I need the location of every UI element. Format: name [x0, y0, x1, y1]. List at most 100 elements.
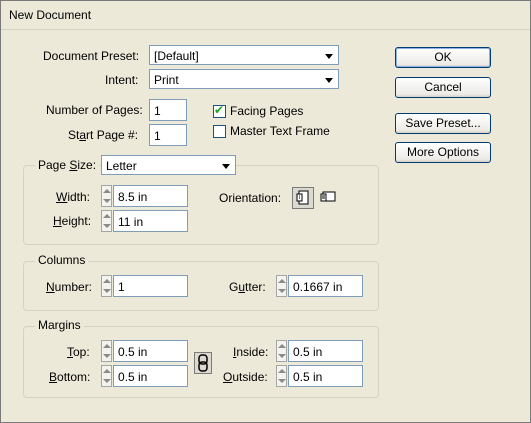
columns-number-input[interactable]: 1: [113, 275, 188, 297]
bottom-margin-stepper[interactable]: [101, 365, 112, 387]
outside-margin-label-mnemonic: O: [223, 370, 233, 384]
landscape-icon: [320, 191, 336, 202]
number-of-pages-value: 1: [154, 104, 161, 118]
orientation-portrait-button[interactable]: [292, 187, 314, 209]
gutter-label: Gutter:: [229, 280, 266, 294]
arrow-up-icon: [278, 369, 286, 373]
orientation-landscape-button[interactable]: [318, 187, 340, 209]
title-bar[interactable]: New Document: [1, 1, 530, 30]
width-stepper[interactable]: [101, 185, 112, 207]
columns-number-label-part: umber:: [54, 280, 93, 294]
page-size-label-part: Page: [38, 158, 70, 172]
inside-margin-label: Inside:: [233, 345, 268, 359]
bottom-margin-label-mnemonic: B: [49, 370, 58, 384]
arrow-down-icon: [278, 289, 286, 293]
columns-number-label-mnemonic: N: [46, 280, 55, 294]
arrow-up-icon: [278, 279, 286, 283]
height-label: Height:: [53, 214, 91, 228]
arrow-up-icon: [278, 344, 286, 348]
top-margin-label: Top:: [67, 345, 90, 359]
arrow-up-icon: [103, 279, 111, 283]
arrow-up-icon: [103, 369, 111, 373]
arrow-down-icon: [103, 199, 111, 203]
ok-button[interactable]: OK: [395, 47, 491, 68]
width-value: 8.5 in: [118, 190, 148, 204]
document-preset-select[interactable]: [Default]: [149, 45, 339, 65]
arrow-up-icon: [103, 189, 111, 193]
intent-label: Intent:: [105, 73, 139, 87]
width-input[interactable]: 8.5 in: [113, 185, 188, 207]
arrow-down-icon: [278, 379, 286, 383]
width-label-mnemonic: W: [56, 190, 68, 204]
master-text-frame-checkbox[interactable]: [213, 125, 226, 138]
arrow-up-icon: [103, 214, 111, 218]
start-page-input[interactable]: 1: [149, 124, 187, 146]
arrow-up-icon: [103, 344, 111, 348]
gutter-input[interactable]: 0.1667 in: [288, 275, 363, 297]
arrow-down-icon: [103, 354, 111, 358]
arrow-down-icon: [103, 224, 111, 228]
width-label: Width:: [56, 190, 90, 204]
portrait-icon: [296, 190, 309, 205]
document-preset-value: [Default]: [154, 49, 199, 63]
height-label-mnemonic: H: [53, 214, 62, 228]
document-preset-label: Document Preset:: [43, 49, 140, 63]
inside-margin-label-part: nside:: [236, 345, 269, 359]
more-options-button[interactable]: More Options: [395, 142, 491, 163]
inside-margin-input[interactable]: 0.5 in: [288, 340, 363, 362]
top-margin-input[interactable]: 0.5 in: [113, 340, 188, 362]
window-title: New Document: [9, 8, 92, 22]
chevron-down-icon: [325, 78, 333, 83]
start-page-label: Start Page #:: [68, 128, 138, 142]
outside-margin-label: Outside:: [223, 370, 268, 384]
checkmark-icon: ✔: [214, 103, 225, 117]
gutter-label-part: G: [229, 280, 239, 294]
start-page-label-part: St: [68, 128, 80, 142]
start-page-label-part: rt Page #:: [86, 128, 139, 142]
height-stepper[interactable]: [101, 210, 112, 232]
page-size-label-part: ize:: [77, 158, 97, 172]
arrow-down-icon: [103, 379, 111, 383]
page-size-value: Letter: [106, 159, 137, 173]
save-preset-button[interactable]: Save Preset...: [395, 113, 491, 134]
make-settings-same-button[interactable]: [194, 352, 212, 374]
number-of-pages-input[interactable]: 1: [149, 99, 187, 121]
width-label-part: idth:: [67, 190, 91, 204]
page-size-label: Page Size:: [35, 158, 100, 172]
cancel-button[interactable]: Cancel: [395, 77, 491, 98]
bottom-margin-label: Bottom:: [49, 370, 90, 384]
page-size-select[interactable]: Letter: [101, 155, 236, 175]
facing-pages-checkbox[interactable]: ✔: [213, 103, 226, 118]
inside-margin-value: 0.5 in: [293, 345, 323, 359]
orientation-label: Orientation:: [219, 191, 282, 205]
height-value: 11 in: [118, 215, 144, 229]
margins-title: Margins: [35, 318, 84, 332]
chain-link-icon: [198, 354, 208, 372]
outside-margin-label-part: utside:: [232, 370, 268, 384]
outside-margin-stepper[interactable]: [276, 365, 287, 387]
start-page-value: 1: [154, 129, 161, 143]
top-margin-label-part: op:: [73, 345, 90, 359]
intent-select[interactable]: Print: [149, 69, 339, 89]
top-margin-stepper[interactable]: [101, 340, 112, 362]
bottom-margin-label-part: ottom:: [57, 370, 91, 384]
bottom-margin-input[interactable]: 0.5 in: [113, 365, 188, 387]
master-text-frame-label: Master Text Frame: [230, 124, 330, 138]
gutter-stepper[interactable]: [276, 275, 287, 297]
facing-pages-label: Facing Pages: [230, 104, 304, 118]
top-margin-value: 0.5 in: [118, 345, 148, 359]
gutter-value: 0.1667 in: [293, 280, 343, 294]
new-document-dialog: New Document Document Preset: [Default] …: [0, 0, 531, 423]
chevron-down-icon: [325, 54, 333, 59]
height-label-part: eight:: [61, 214, 92, 228]
columns-number-label: Number:: [46, 280, 92, 294]
columns-title: Columns: [35, 253, 89, 267]
columns-number-value: 1: [118, 280, 125, 294]
height-input[interactable]: 11 in: [113, 210, 188, 232]
columns-number-stepper[interactable]: [101, 275, 112, 297]
outside-margin-value: 0.5 in: [293, 370, 323, 384]
inside-margin-stepper[interactable]: [276, 340, 287, 362]
intent-value: Print: [154, 73, 179, 87]
bottom-margin-value: 0.5 in: [118, 370, 148, 384]
outside-margin-input[interactable]: 0.5 in: [288, 365, 363, 387]
